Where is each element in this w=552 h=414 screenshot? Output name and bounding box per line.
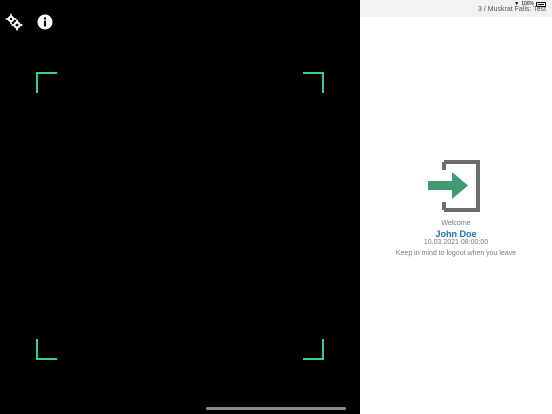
user-name: John Doe	[435, 229, 477, 239]
scan-frame-corner-top-left	[36, 72, 57, 93]
logout-hint: Keep in mind to logout when you leave	[395, 250, 517, 257]
scan-frame-corner-bottom-left	[36, 339, 57, 360]
location-text: 3 / Muskrat Falls: Test	[478, 6, 546, 13]
scan-frame-corner-top-right	[303, 72, 324, 93]
camera-scanner-view	[0, 0, 360, 414]
login-arrow-icon	[428, 160, 480, 212]
home-indicator[interactable]	[206, 407, 346, 410]
welcome-side-panel: ▼ 100% 3 / Muskrat Falls: Test Welcome J…	[360, 0, 552, 414]
gear-icon	[5, 13, 23, 31]
login-datetime: 10.03.2021 08:00:00	[423, 239, 489, 246]
status-bar: ▼ 100% 3 / Muskrat Falls: Test	[360, 0, 552, 17]
settings-button[interactable]	[5, 13, 23, 31]
scan-frame-corner-bottom-right	[303, 339, 324, 360]
info-button[interactable]	[36, 13, 54, 31]
welcome-label: Welcome	[441, 220, 471, 227]
info-icon	[37, 14, 53, 30]
